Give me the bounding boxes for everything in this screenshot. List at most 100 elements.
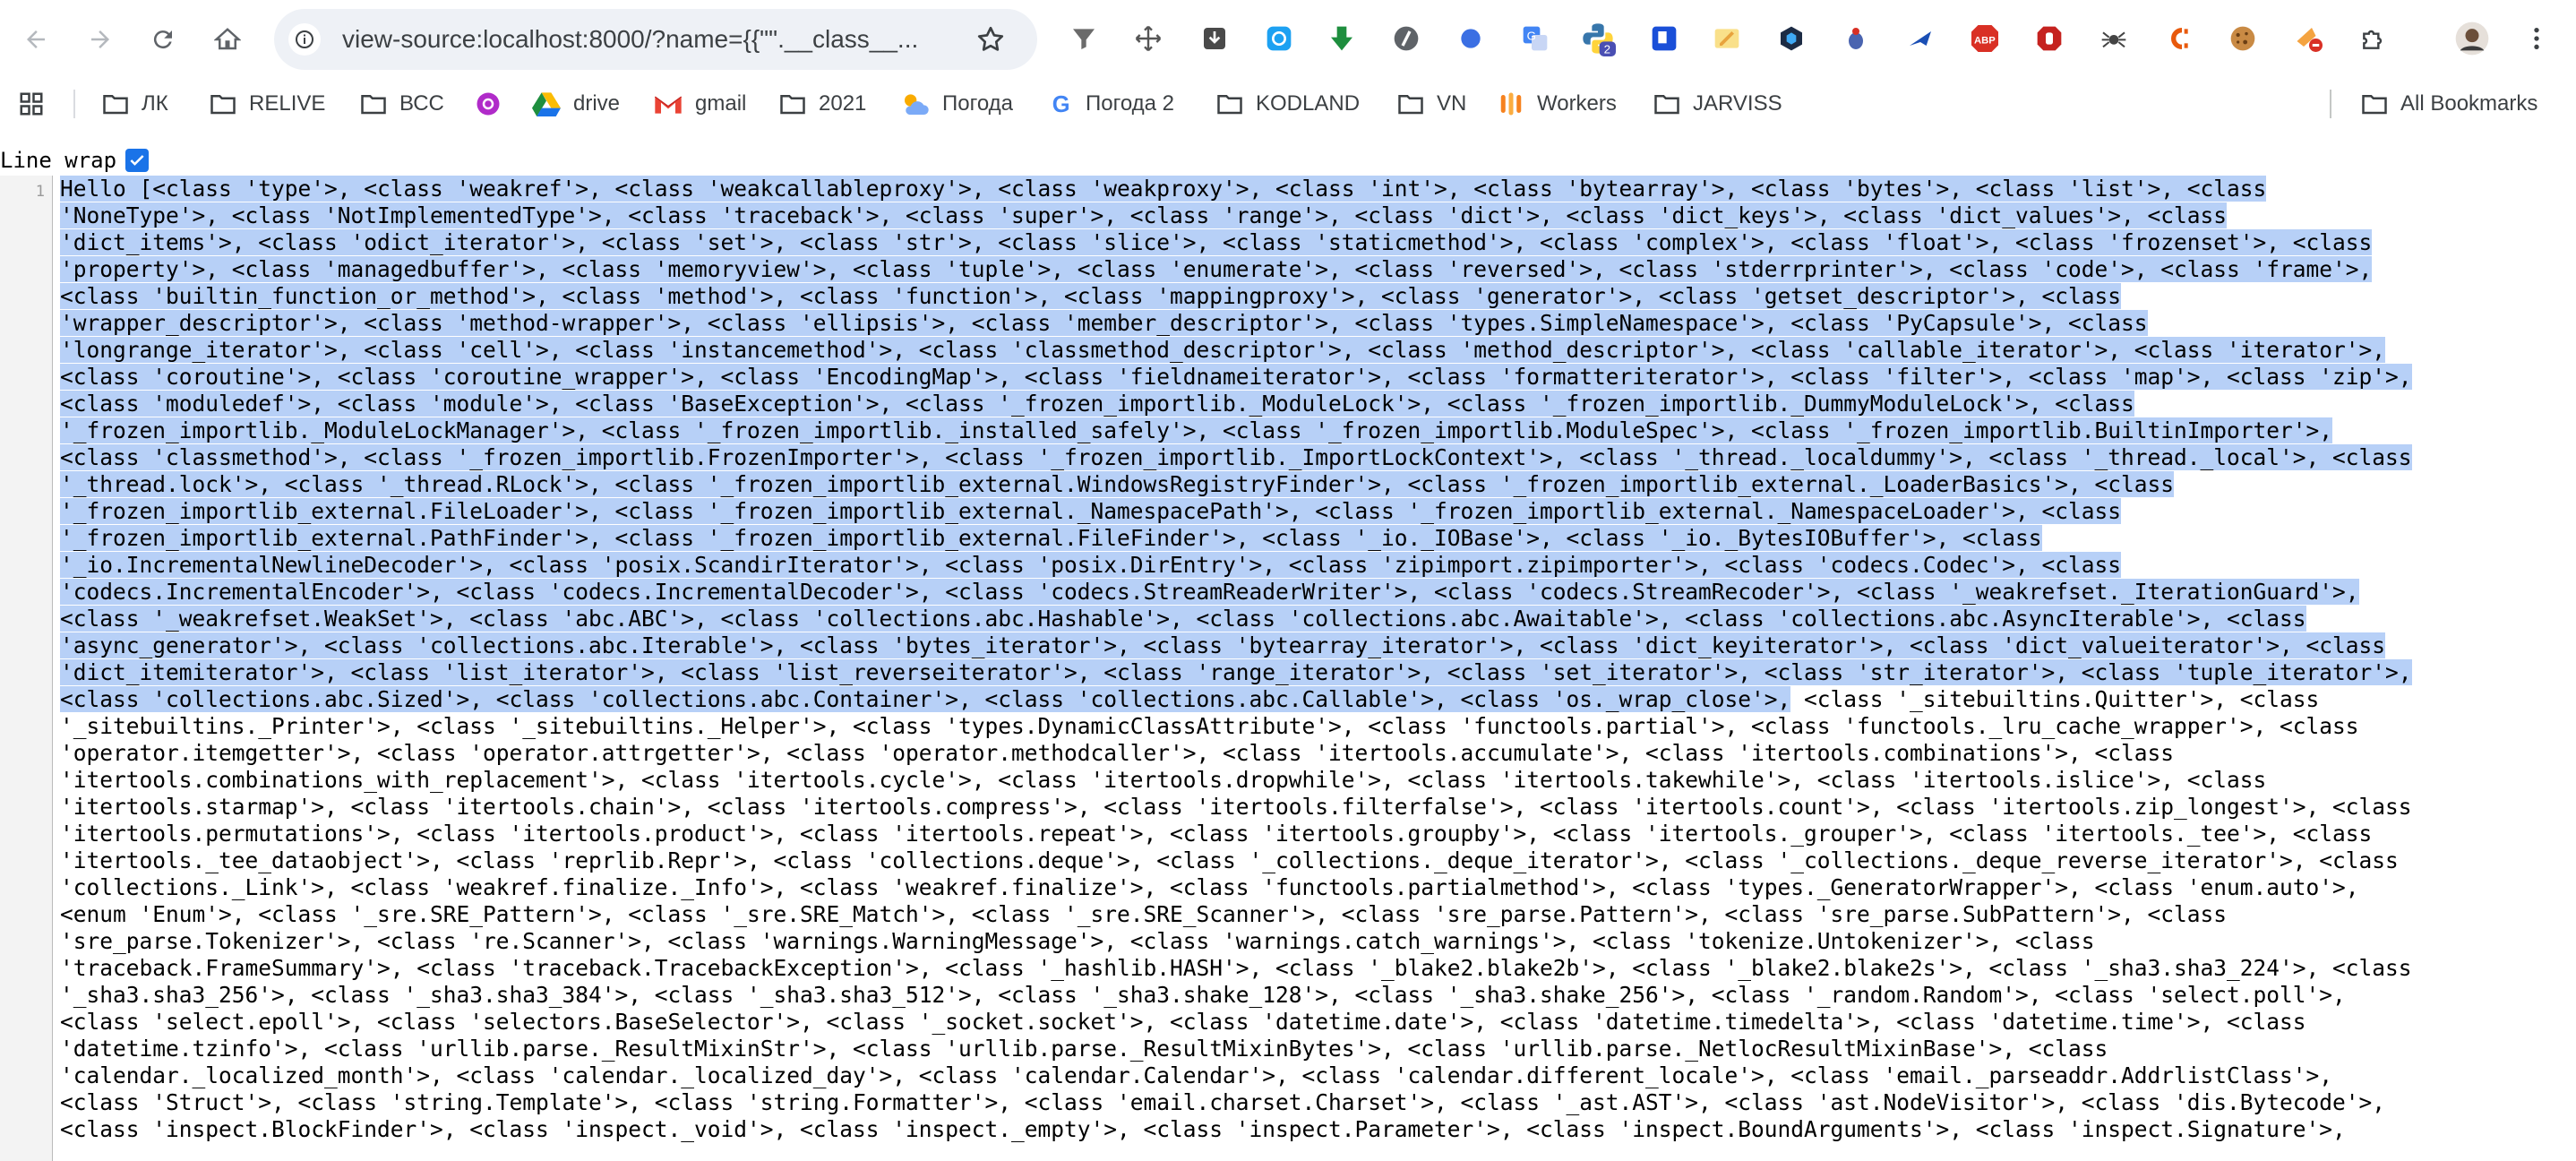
- blue-dot-ext-icon[interactable]: [1453, 21, 1489, 56]
- back-button[interactable]: [14, 18, 57, 61]
- source-line: <class 'coroutine'>, <class 'coroutine_w…: [60, 364, 2559, 391]
- forward-button[interactable]: [79, 18, 122, 61]
- bookmarks-bar: ЛК RELIVE ВСС drive gmail 2021 Погода GП…: [0, 82, 2576, 125]
- star-icon: [977, 26, 1004, 51]
- spider-ext-icon[interactable]: [2096, 21, 2132, 56]
- source-line: <class '_weakrefset.WeakSet'>, <class 'a…: [60, 606, 2559, 632]
- slash-circle-ext-icon[interactable]: [1388, 21, 1424, 56]
- bookmark-purple-circle[interactable]: [475, 82, 514, 125]
- funnel-ext-icon[interactable]: [1066, 21, 1102, 56]
- drive-icon: [532, 92, 561, 116]
- bookmark-label: ВСС: [399, 91, 444, 116]
- browser-chrome: view-source:localhost:8000/?name={{"".__…: [0, 0, 2576, 143]
- abp-ext-icon[interactable]: ABP: [1967, 21, 2003, 56]
- bookmark-weather[interactable]: Погода: [901, 82, 1013, 125]
- source-text: '_sitebuiltins._Printer'>, <class '_site…: [60, 713, 2359, 739]
- bookmark-folder-vss[interactable]: ВСС: [360, 82, 444, 125]
- bookmark-folder-jarviss[interactable]: JARVISS: [1653, 82, 1782, 125]
- bookmark-folder-kodland[interactable]: KODLAND: [1216, 82, 1360, 125]
- selected-text: <class '_weakrefset.WeakSet'>, <class 'a…: [60, 606, 2306, 632]
- c-logo-ext-icon[interactable]: [2160, 21, 2196, 56]
- home-button[interactable]: [206, 18, 249, 61]
- google-g-icon: G: [1052, 92, 1070, 116]
- selected-text: '_thread.lock'>, <class '_thread.RLock'>…: [60, 471, 2175, 497]
- selected-text: '_io.IncrementalNewlineDecoder'>, <class…: [60, 552, 2122, 578]
- source-line: 'property'>, <class 'managedbuffer'>, <c…: [60, 256, 2559, 283]
- selected-text: <class 'moduledef'>, <class 'module'>, <…: [60, 391, 2134, 417]
- source-line: 'async_generator'>, <class 'collections.…: [60, 632, 2559, 659]
- source-line: 'sre_parse.Tokenizer'>, <class 're.Scann…: [60, 928, 2559, 955]
- selected-text: 'async_generator'>, <class 'collections.…: [60, 632, 2386, 658]
- line-wrap-toggle[interactable]: Line wrap: [0, 145, 150, 176]
- back-arrow-icon: [27, 30, 45, 48]
- site-info-button[interactable]: [288, 23, 321, 56]
- all-bookmarks-button[interactable]: All Bookmarks: [2361, 82, 2537, 125]
- bug-ext-icon[interactable]: [1838, 21, 1874, 56]
- source-text: '_sha3.sha3_256'>, <class '_sha3.sha3_38…: [60, 982, 2346, 1008]
- forward-arrow-icon: [91, 30, 109, 48]
- source-text: 'sre_parse.Tokenizer'>, <class 're.Scann…: [60, 928, 2095, 954]
- menu-dots-icon[interactable]: [2519, 21, 2555, 56]
- puzzle-ext-icon[interactable]: [2356, 21, 2391, 56]
- bookmark-weather-2[interactable]: G Погода 2: [1050, 82, 1174, 125]
- hex-shield-ext-icon[interactable]: [1773, 21, 1809, 56]
- bookmark-label: ЛК: [142, 91, 168, 116]
- view-source-page: Line wrap 1 Hello [<class 'type'>, <clas…: [0, 143, 2576, 1161]
- source-text: <class 'inspect.BlockFinder'>, <class 'i…: [60, 1116, 2346, 1142]
- selected-text: '_frozen_importlib_external.FileLoader'>…: [60, 498, 2122, 524]
- avatar[interactable]: [2454, 21, 2490, 56]
- bookmark-label: drive: [573, 91, 621, 116]
- source-line: 'traceback.FrameSummary'>, <class 'trace…: [60, 955, 2559, 982]
- selected-text: 'property'>, <class 'managedbuffer'>, <c…: [60, 256, 2373, 282]
- source-code[interactable]: Hello [<class 'type'>, <class 'weakref'>…: [60, 176, 2559, 1143]
- bookmark-folder-lk[interactable]: ЛК: [102, 82, 168, 125]
- red-hand-ext-icon[interactable]: [2031, 21, 2067, 56]
- bookmark-folder-2021[interactable]: 2021: [779, 82, 866, 125]
- source-line: '_frozen_importlib._ModuleLockManager'>,…: [60, 417, 2559, 444]
- url-text[interactable]: view-source:localhost:8000/?name={{"".__…: [342, 9, 969, 70]
- download-box-ext-icon[interactable]: [1197, 21, 1232, 56]
- weather-icon: [905, 94, 929, 115]
- move-ext-icon[interactable]: [1130, 21, 1166, 56]
- line-wrap-checkbox[interactable]: [125, 149, 150, 172]
- source-line: 'itertools.starmap'>, <class 'itertools.…: [60, 794, 2559, 821]
- purple-circle-icon: [477, 92, 500, 116]
- source-line: '_thread.lock'>, <class '_thread.RLock'>…: [60, 471, 2559, 498]
- folder-icon: [1654, 95, 1679, 115]
- blue-square-ext-icon[interactable]: [1646, 21, 1682, 56]
- circle-arrows-ext-icon[interactable]: [1261, 21, 1297, 56]
- svg-text:G: G: [1527, 29, 1536, 42]
- source-line: 'itertools._tee_dataobject'>, <class 're…: [60, 847, 2559, 874]
- pencil-ext-icon[interactable]: [1709, 21, 1745, 56]
- bookmark-folder-vn[interactable]: VN: [1397, 82, 1466, 125]
- source-line: <class 'select.epoll'>, <class 'selector…: [60, 1009, 2559, 1036]
- translate-ext-icon[interactable]: G: [1517, 21, 1553, 56]
- source-text: 'datetime.tzinfo'>, <class 'urllib.parse…: [60, 1036, 2108, 1062]
- source-line: <class 'moduledef'>, <class 'module'>, <…: [60, 391, 2559, 417]
- python-ext-icon[interactable]: 2: [1580, 21, 1616, 56]
- selected-text: Hello [<class 'type'>, <class 'weakref'>…: [60, 176, 2267, 202]
- source-text: 'collections._Link'>, <class 'weakref.fi…: [60, 874, 2359, 900]
- bookmark-drive[interactable]: drive: [532, 82, 620, 125]
- selected-text: <class 'classmethod'>, <class '_frozen_i…: [60, 444, 2412, 470]
- cookie-ext-icon[interactable]: [2225, 21, 2261, 56]
- svg-text:ABP: ABP: [1974, 35, 1996, 46]
- address-bar[interactable]: view-source:localhost:8000/?name={{"".__…: [274, 9, 1037, 70]
- source-text: 'itertools.combinations_with_replacement…: [60, 767, 2267, 793]
- bookmark-folder-relive[interactable]: RELIVE: [210, 82, 325, 125]
- selected-text: 'NoneType'>, <class 'NotImplementedType'…: [60, 202, 2228, 228]
- bookmarks-divider: [73, 90, 75, 118]
- cake-ext-icon[interactable]: [2291, 21, 2327, 56]
- source-line: 'itertools.combinations_with_replacement…: [60, 767, 2559, 794]
- source-line: 'codecs.IncrementalEncoder'>, <class 'co…: [60, 579, 2559, 606]
- green-down-arrow-ext-icon[interactable]: [1324, 21, 1360, 56]
- bookmark-star-button[interactable]: [975, 23, 1007, 56]
- reload-button[interactable]: [142, 18, 185, 61]
- source-text: <class 'select.epoll'>, <class 'selector…: [60, 1009, 2306, 1035]
- bookmark-gmail[interactable]: gmail: [654, 82, 746, 125]
- folder-icon: [2362, 95, 2387, 115]
- arrow-ext-icon[interactable]: [1902, 21, 1938, 56]
- bookmark-workers[interactable]: Workers: [1498, 82, 1617, 125]
- source-text: <class 'Struct'>, <class 'string.Templat…: [60, 1089, 2386, 1115]
- apps-grid-button[interactable]: [18, 82, 57, 125]
